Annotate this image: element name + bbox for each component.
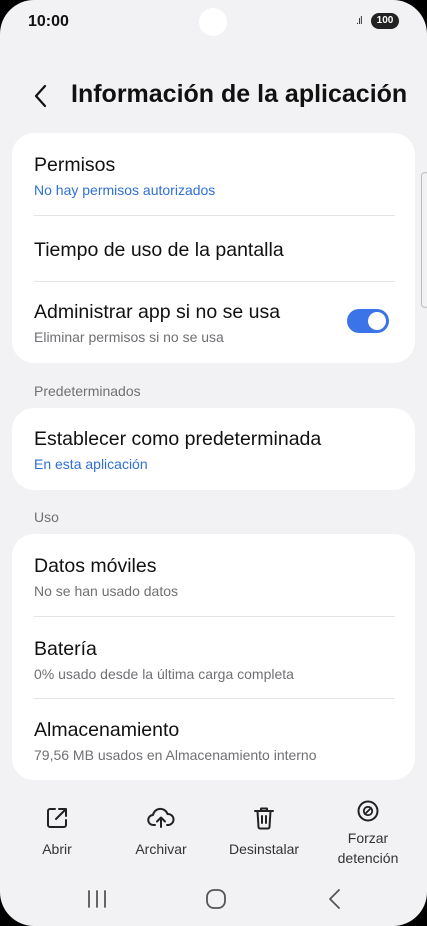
trash-icon [254,807,274,830]
back-button[interactable] [28,80,58,112]
section-defaults-label: Predeterminados [34,383,141,399]
screen-time-item[interactable]: Tiempo de uso de la pantalla [12,216,415,282]
mobile-data-title: Datos móviles [34,555,157,577]
open-label: Abrir [42,841,72,857]
back-icon [329,889,340,909]
system-navigation-bar [0,876,427,920]
battery-title: Batería [34,638,97,660]
permissions-title: Permisos [34,154,116,176]
page-title: Información de la aplicación [71,80,408,108]
force-stop-label: Forzar detención [318,828,418,868]
battery-icon: 100 [371,13,399,29]
app-bar: Información de la aplicación [0,74,427,118]
scrollbar[interactable] [421,172,427,308]
screen-time-title: Tiempo de uso de la pantalla [34,239,284,261]
battery-subtitle: 0% usado desde la última carga completa [34,666,294,682]
chevron-left-icon [34,84,47,108]
toggle-knob [368,312,386,330]
bottom-action-bar: Abrir Archivar Desinstalar Forzar detenc… [0,795,427,870]
mobile-data-subtitle: No se han usado datos [34,583,178,599]
permissions-item[interactable]: Permisos No hay permisos autorizados [12,133,415,216]
archive-button[interactable]: Archivar [111,805,211,859]
set-default-subtitle: En esta aplicación [34,456,148,472]
status-bar: 10:00 .ıl 100 [0,0,427,44]
permissions-subtitle: No hay permisos autorizados [34,182,216,198]
uninstall-button[interactable]: Desinstalar [214,805,314,859]
block-icon [357,800,379,822]
manage-unused-toggle[interactable] [347,309,389,333]
mobile-data-item[interactable]: Datos móviles No se han usado datos [12,534,415,617]
front-camera [199,8,227,36]
open-external-icon [47,808,67,828]
set-default-item[interactable]: Establecer como predeterminada En esta a… [12,408,415,490]
home-button[interactable] [196,886,236,912]
recents-icon [88,890,106,908]
battery-item[interactable]: Batería 0% usado desde la última carga c… [12,617,415,699]
archive-label: Archivar [135,841,187,857]
nav-back-button[interactable] [315,886,355,912]
force-stop-label-line1: Forzar [347,830,389,846]
usage-card: Datos móviles No se han usado datos Bate… [12,534,415,780]
force-stop-button[interactable]: Forzar detención [318,798,418,868]
phone-screen: 10:00 .ıl 100 Información de la aplicaci… [0,0,427,926]
set-default-title: Establecer como predeterminada [34,428,322,450]
defaults-card: Establecer como predeterminada En esta a… [12,408,415,490]
app-settings-card: Permisos No hay permisos autorizados Tie… [12,133,415,363]
storage-item[interactable]: Almacenamiento 79,56 MB usados en Almace… [12,699,415,780]
storage-subtitle: 79,56 MB usados en Almacenamiento intern… [34,747,317,763]
recents-button[interactable] [77,886,117,912]
force-stop-label-line2: detención [337,850,399,866]
open-button[interactable]: Abrir [7,805,107,859]
section-usage-label: Uso [34,509,59,525]
cloud-upload-icon [147,807,175,828]
home-icon [206,889,226,909]
manage-unused-item[interactable]: Administrar app si no se usa Eliminar pe… [12,282,415,363]
storage-title: Almacenamiento [34,719,180,741]
status-time: 10:00 [28,13,69,30]
signal-icon: .ıl [356,15,362,27]
uninstall-label: Desinstalar [228,841,300,857]
